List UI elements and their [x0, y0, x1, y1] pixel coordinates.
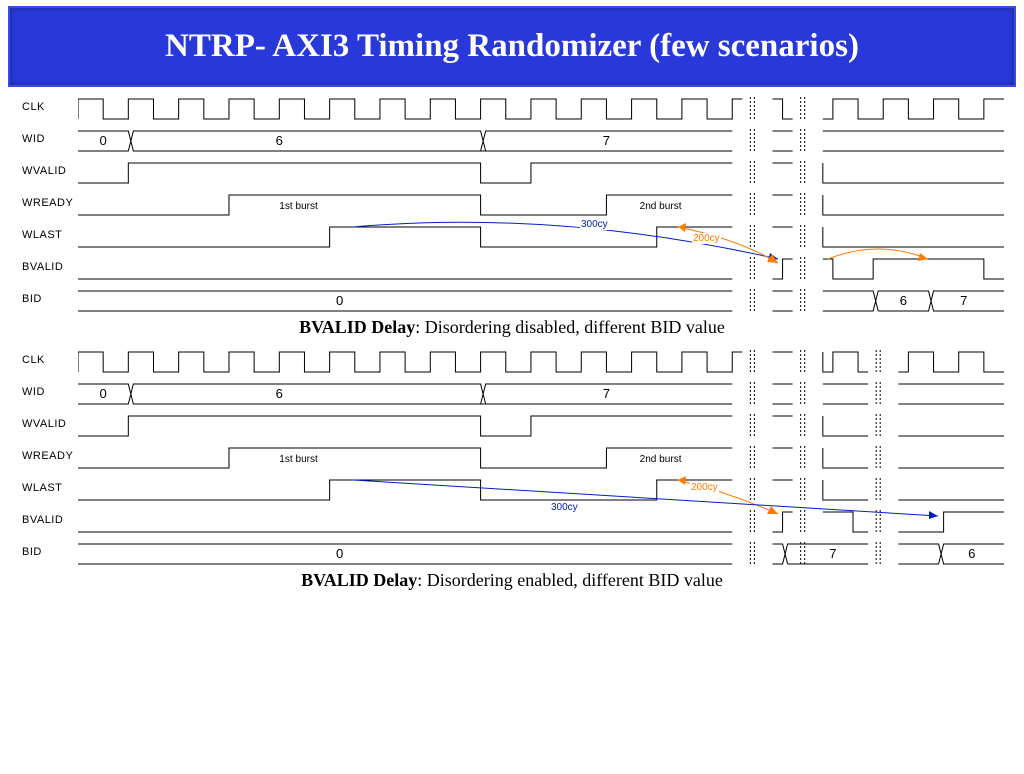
signal-label: CLK — [20, 354, 78, 366]
svg-text:6: 6 — [276, 386, 283, 401]
delay-label: 200cy — [690, 482, 719, 493]
svg-text:0: 0 — [336, 546, 343, 561]
page-title: NTRP- AXI3 Timing Randomizer (few scenar… — [8, 6, 1016, 87]
bvalid-wave — [78, 251, 1004, 283]
delay-label: 300cy — [550, 502, 579, 513]
timing-diagram-1: CLK WID 0 6 7 WVALID WREADY 1st burst 2n… — [20, 91, 1004, 315]
bid-wave: 0 7 6 — [78, 536, 1004, 568]
signal-label: WLAST — [20, 482, 78, 494]
wready-wave: 1st burst 2nd burst — [78, 187, 1004, 219]
diagram-caption: BVALID Delay: Disordering disabled, diff… — [0, 317, 1024, 338]
signal-label: CLK — [20, 101, 78, 113]
svg-text:7: 7 — [603, 133, 610, 148]
delay-label: 300cy — [580, 219, 609, 230]
svg-text:2nd burst: 2nd burst — [640, 454, 682, 465]
svg-text:0: 0 — [100, 133, 107, 148]
signal-label: WVALID — [20, 165, 78, 177]
signal-label: WLAST — [20, 229, 78, 241]
clk-wave — [78, 344, 1004, 376]
svg-text:6: 6 — [276, 133, 283, 148]
signal-label: WREADY — [20, 450, 78, 462]
svg-text:0: 0 — [100, 386, 107, 401]
bid-wave: 0 6 7 — [78, 283, 1004, 315]
svg-text:2nd burst: 2nd burst — [640, 201, 682, 212]
wlast-wave — [78, 472, 1004, 504]
signal-label: WREADY — [20, 197, 78, 209]
wvalid-wave — [78, 408, 1004, 440]
signal-label: BVALID — [20, 514, 78, 526]
wvalid-wave — [78, 155, 1004, 187]
bvalid-wave — [78, 504, 1004, 536]
svg-text:0: 0 — [336, 293, 343, 308]
signal-label: WID — [20, 386, 78, 398]
svg-text:7: 7 — [603, 386, 610, 401]
wlast-wave — [78, 219, 1004, 251]
delay-label: 200cy — [692, 233, 721, 244]
wready-wave: 1st burst 2nd burst — [78, 440, 1004, 472]
svg-text:6: 6 — [900, 293, 907, 308]
svg-text:1st burst: 1st burst — [279, 454, 318, 465]
signal-label: BID — [20, 546, 78, 558]
timing-diagram-2: CLK WID 0 6 7 WVALID WREADY 1st burst 2n… — [20, 344, 1004, 568]
signal-label: BVALID — [20, 261, 78, 273]
diagram-caption: BVALID Delay: Disordering enabled, diffe… — [0, 570, 1024, 591]
svg-text:7: 7 — [829, 546, 836, 561]
svg-text:6: 6 — [968, 546, 975, 561]
wid-wave: 0 6 7 — [78, 123, 1004, 155]
svg-text:1st burst: 1st burst — [279, 201, 318, 212]
clk-wave — [78, 91, 1004, 123]
signal-label: BID — [20, 293, 78, 305]
svg-text:7: 7 — [960, 293, 967, 308]
signal-label: WID — [20, 133, 78, 145]
signal-label: WVALID — [20, 418, 78, 430]
wid-wave: 0 6 7 — [78, 376, 1004, 408]
